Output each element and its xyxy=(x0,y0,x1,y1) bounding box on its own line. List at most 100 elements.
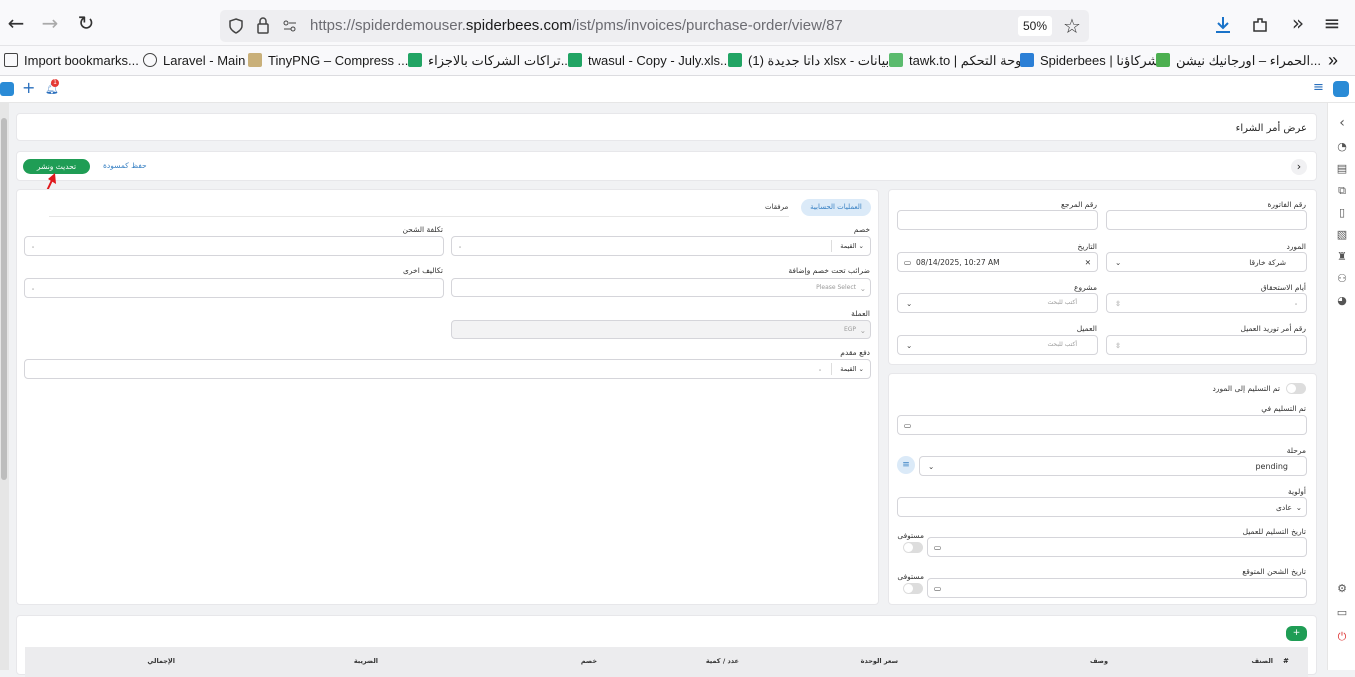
priority-select[interactable]: عادى ⌄ xyxy=(897,497,1307,517)
customer-delivery-date-label: تاريخ التسليم للعميل xyxy=(1242,527,1306,536)
left-scrollbar[interactable] xyxy=(0,103,9,670)
analytics-icon[interactable]: ◕ xyxy=(1336,295,1348,307)
col-discount: خصم xyxy=(580,657,597,665)
shield-icon xyxy=(229,18,243,34)
shipping-cost-input[interactable]: ٠ xyxy=(24,236,444,256)
zoom-level[interactable]: 50% xyxy=(1018,16,1052,36)
inventory-icon[interactable]: ▤ xyxy=(1336,163,1348,175)
app-topbar: + 🔔︎ 1 ≡ xyxy=(0,76,1355,103)
delivered-in-label: تم التسليم في xyxy=(1261,404,1306,413)
col-index: # xyxy=(1283,657,1289,665)
bookmark-item[interactable]: tawk.to | لوحة التحكم xyxy=(889,53,1026,69)
customer-select[interactable]: أكتب للبحث ⌄ xyxy=(897,335,1098,355)
overflow-chevron-icon[interactable]: » xyxy=(1286,12,1310,36)
stage-select[interactable]: pending ⌄ xyxy=(919,456,1307,476)
forward-icon[interactable]: → xyxy=(38,12,62,36)
reports-icon[interactable]: ▧ xyxy=(1336,229,1348,241)
right-sidebar: ‹ ◔ ▤ ⧉ ▯ ▧ ♜ ⚇ ◕ ⚙ ▭ ⏻ xyxy=(1327,103,1355,670)
bookmark-item[interactable]: داتا جديدة (1) xlsx - بيانات... xyxy=(728,53,900,69)
tawk-icon xyxy=(889,53,903,67)
tax-select[interactable]: Please Select ⌄ xyxy=(451,278,871,297)
hamburger-icon[interactable]: ≡ xyxy=(1313,80,1324,95)
stepper-icon[interactable]: ⇳ xyxy=(1115,341,1121,350)
stepper-icon[interactable]: ⇳ xyxy=(1115,299,1121,308)
expected-shipping-date-label: تاريخ الشحن المتوقع xyxy=(1242,567,1306,576)
power-icon[interactable]: ⏻ xyxy=(1336,631,1348,643)
settings-gear-icon[interactable]: ⚙ xyxy=(1336,583,1348,595)
app-logo-icon[interactable] xyxy=(0,82,14,96)
currency-label: العملة xyxy=(851,309,870,318)
due-days-input[interactable]: ⇳ ٠ xyxy=(1106,293,1307,313)
collapse-chevron-icon[interactable]: ‹ xyxy=(1336,116,1348,130)
back-icon[interactable]: ← xyxy=(4,12,28,36)
leaf-icon xyxy=(1156,53,1170,67)
stage-label: مرحلة xyxy=(1286,446,1306,455)
box-icon[interactable]: ⧉ xyxy=(1336,185,1348,197)
tab-calculations[interactable]: العمليات الحسابية xyxy=(801,199,871,216)
advance-payment-label: دفع مقدم xyxy=(840,348,870,357)
reference-number-input[interactable] xyxy=(897,210,1098,230)
window-icon[interactable]: ▭ xyxy=(1336,607,1348,619)
items-table-card: + # الصنف وصف سعر الوحدة عدد / كمية خصم … xyxy=(16,615,1317,677)
delivered-toggle[interactable] xyxy=(1286,383,1306,394)
tab-attachments[interactable]: مرفقات xyxy=(765,203,788,211)
add-item-button[interactable]: + xyxy=(1286,626,1307,641)
bookmark-item[interactable]: Laravel - Main xyxy=(143,53,245,68)
other-costs-input[interactable]: ٠ xyxy=(24,278,444,298)
advance-payment-input[interactable]: ٠ القيمة ⌄ xyxy=(24,359,871,379)
bookmark-item[interactable]: twasul - Copy - July.xls... xyxy=(568,53,731,68)
download-icon[interactable] xyxy=(1214,16,1232,34)
import-icon xyxy=(4,53,18,67)
stamp-icon[interactable]: ♜ xyxy=(1336,251,1348,263)
items-table-header: # الصنف وصف سعر الوحدة عدد / كمية خصم ال… xyxy=(25,647,1308,677)
stage-filter-icon[interactable]: ≡ xyxy=(897,456,915,474)
bookmark-star-icon[interactable]: ☆ xyxy=(1063,14,1081,38)
project-select[interactable]: أكتب للبحث ⌄ xyxy=(897,293,1098,313)
delivered-in-date-input[interactable]: ▭ xyxy=(897,415,1307,435)
discount-input[interactable]: ٠ القيمة ⌄ xyxy=(451,236,871,256)
documents-icon[interactable]: ▯ xyxy=(1336,207,1348,219)
customer-label: العميل xyxy=(1076,324,1097,333)
received-toggle-1[interactable] xyxy=(903,542,923,553)
bookmark-item[interactable]: Import bookmarks... xyxy=(4,53,139,68)
advance-type-select[interactable]: القيمة ⌄ xyxy=(840,365,864,373)
bookmark-item[interactable]: Spiderbees | شركاؤنا xyxy=(1020,53,1158,69)
dashboard-icon[interactable]: ◔ xyxy=(1336,141,1348,153)
customer-po-label: رقم أمر توريد العميل xyxy=(1240,324,1306,333)
address-bar[interactable]: https://spiderdemouser.spiderbees.com/is… xyxy=(220,10,1089,42)
bookmarks-bar: Import bookmarks... Laravel - Main TinyP… xyxy=(0,46,1355,76)
col-total: الإجمالي xyxy=(147,657,175,665)
date-input[interactable]: ▭ 08/14/2025, 10:27 AM ✕ xyxy=(897,252,1098,272)
customer-delivery-date-input[interactable]: ▭ xyxy=(927,537,1307,557)
notification-badge: 1 xyxy=(51,79,59,87)
received-label-2: مستوفى xyxy=(897,572,924,581)
invoice-number-input[interactable] xyxy=(1106,210,1307,230)
bookmark-item[interactable]: تراكات الشركات بالاجزاء... xyxy=(408,53,572,69)
invoice-number-label: رقم الفاتورة xyxy=(1267,200,1306,209)
delivery-card: تم التسليم إلى المورد تم التسليم في ▭ مر… xyxy=(888,373,1317,605)
plus-icon[interactable]: + xyxy=(22,78,35,97)
save-draft-button[interactable]: حفظ كمسودة xyxy=(103,161,147,170)
menu-icon[interactable]: ≡ xyxy=(1320,12,1344,36)
col-tax: الضريبة xyxy=(353,657,378,665)
date-label: التاريخ xyxy=(1077,242,1097,251)
bookmark-item[interactable]: TinyPNG – Compress ... xyxy=(248,53,408,68)
currency-select[interactable]: EGP ⌄ xyxy=(451,320,871,339)
extensions-icon[interactable] xyxy=(1251,16,1269,34)
supplier-label: المورد xyxy=(1286,242,1306,251)
permissions-icon[interactable] xyxy=(282,18,298,34)
due-days-label: أيام الاستحقاق xyxy=(1260,283,1306,292)
col-unit-price: سعر الوحدة xyxy=(860,657,898,665)
customer-po-input[interactable]: ⇳ xyxy=(1106,335,1307,355)
bookmark-item[interactable]: الحمراء – اورجانيك نيشن... xyxy=(1156,53,1321,69)
expand-chevron-icon[interactable]: › xyxy=(1291,159,1307,175)
col-quantity: عدد / كمية xyxy=(705,657,739,665)
discount-type-select[interactable]: القيمة ⌄ xyxy=(840,242,864,250)
received-toggle-2[interactable] xyxy=(903,583,923,594)
page-header-card: عرض أمر الشراء xyxy=(16,113,1317,141)
reload-icon[interactable]: ↻ xyxy=(74,12,98,36)
bookmarks-overflow-icon[interactable]: » xyxy=(1328,50,1338,71)
users-icon[interactable]: ⚇ xyxy=(1336,273,1348,285)
supplier-select[interactable]: شركة خارقا ⌄ xyxy=(1106,252,1307,272)
expected-shipping-date-input[interactable]: ▭ xyxy=(927,578,1307,598)
